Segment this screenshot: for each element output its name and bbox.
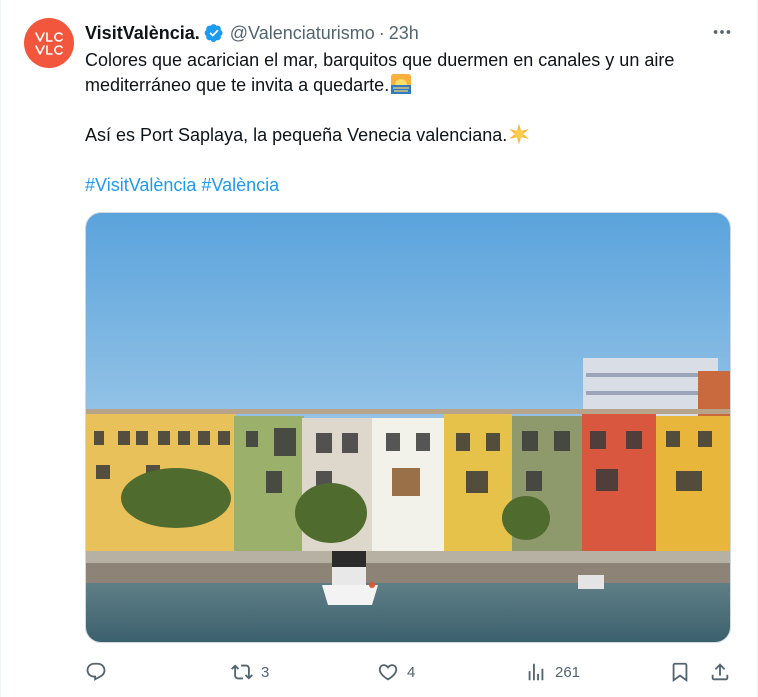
hashtags[interactable]: #VisitValència #València bbox=[85, 173, 725, 198]
vlc-logo bbox=[35, 32, 63, 55]
tweet-photo[interactable] bbox=[85, 212, 731, 643]
retweet-count: 3 bbox=[261, 663, 270, 681]
separator-dot: · bbox=[378, 22, 385, 43]
bookmark-icon bbox=[672, 662, 688, 683]
tweet-header: VisitValència. @Valenciaturismo · 23h bbox=[85, 21, 419, 45]
more-dots-icon bbox=[713, 30, 731, 34]
tweet-actions: 3 4 261 bbox=[85, 656, 741, 688]
author-name[interactable]: VisitValència. bbox=[85, 23, 200, 44]
tweet-text: Colores que acarician el mar, barquitos … bbox=[85, 48, 725, 198]
reply-button[interactable] bbox=[85, 656, 115, 688]
verified-badge-icon bbox=[204, 24, 223, 42]
glowing-star-icon bbox=[509, 123, 530, 145]
port-saplaya-photo bbox=[86, 213, 730, 642]
share-button[interactable] bbox=[709, 656, 731, 688]
sunrise-over-sea-icon bbox=[391, 74, 412, 94]
like-button[interactable]: 4 bbox=[377, 656, 415, 688]
author-handle[interactable]: @Valenciaturismo bbox=[230, 23, 375, 44]
like-count: 4 bbox=[407, 663, 416, 681]
retweet-icon bbox=[231, 664, 253, 680]
views-button[interactable]: 261 bbox=[525, 656, 580, 688]
share-icon bbox=[711, 663, 729, 681]
avatar[interactable] bbox=[24, 18, 74, 68]
bookmark-button[interactable] bbox=[669, 656, 691, 688]
views-count: 261 bbox=[555, 663, 581, 681]
retweet-button[interactable]: 3 bbox=[231, 656, 269, 688]
views-icon bbox=[528, 663, 544, 681]
tweet-line-2: Así es Port Saplaya, la pequeña Venecia … bbox=[85, 125, 508, 145]
reply-icon bbox=[86, 662, 106, 681]
timestamp[interactable]: 23h bbox=[389, 23, 419, 44]
tweet-card[interactable]: VisitValència. @Valenciaturismo · 23h Co… bbox=[0, 0, 758, 697]
heart-icon bbox=[378, 664, 398, 681]
tweet-line-1: Colores que acarician el mar, barquitos … bbox=[85, 50, 675, 95]
more-options-button[interactable] bbox=[707, 20, 737, 44]
